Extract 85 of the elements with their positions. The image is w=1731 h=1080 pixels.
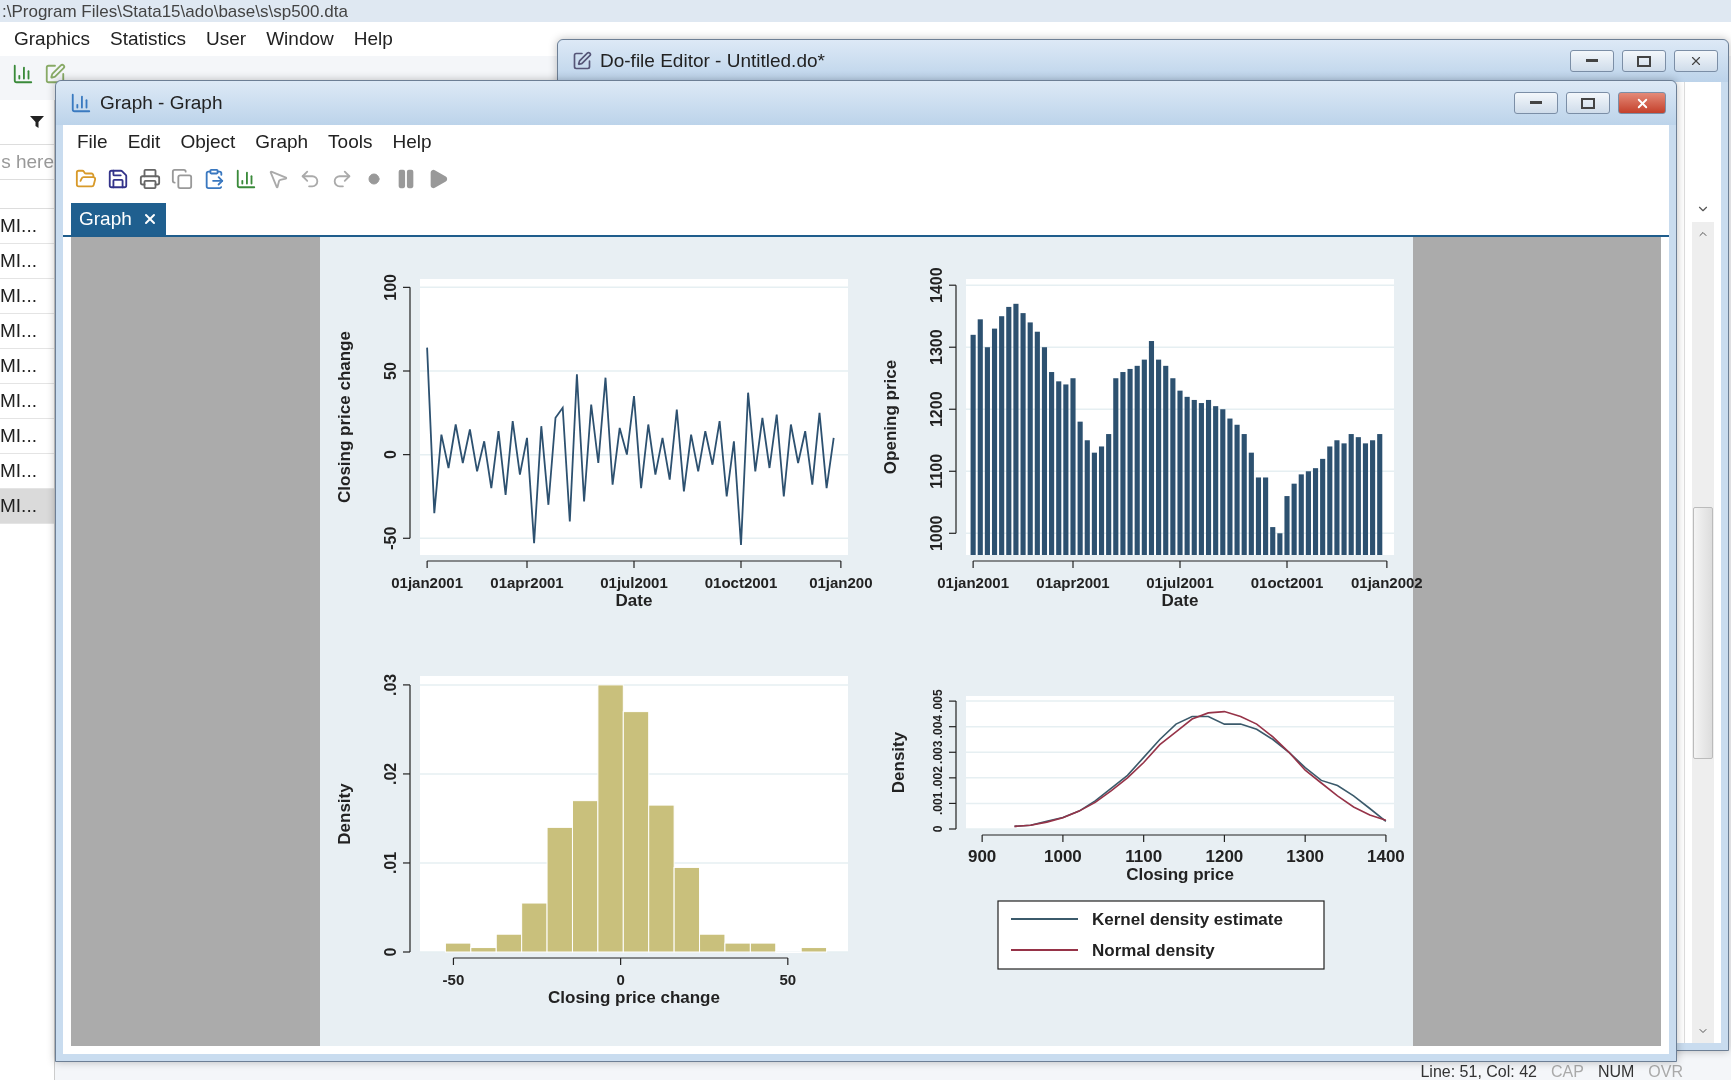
window-title: Graph - Graph xyxy=(100,92,223,114)
tick-label: .003 xyxy=(930,740,945,764)
tick-label: 1100 xyxy=(1124,847,1162,866)
tick-label: .001 xyxy=(930,791,945,816)
tick-label: 01apr2001 xyxy=(1035,574,1110,591)
tick-label: 1100 xyxy=(927,453,945,489)
tick-label: 01jan2001 xyxy=(936,574,1009,591)
menu-item[interactable]: File xyxy=(67,127,118,157)
legend-label: Normal density xyxy=(1091,941,1215,960)
variable-item[interactable]: MI... xyxy=(0,489,54,524)
axis-title: Date xyxy=(615,591,652,610)
axis-title: Density xyxy=(888,731,908,794)
tick-label: 01oct2001 xyxy=(704,574,777,591)
window-title: Do-file Editor - Untitled.do* xyxy=(600,50,825,72)
print-icon[interactable] xyxy=(137,166,163,192)
tick-label: 100 xyxy=(381,274,399,301)
axis-title: Closing price change xyxy=(334,331,354,503)
menu-item[interactable]: Help xyxy=(343,24,403,54)
minimize-icon[interactable] xyxy=(1530,101,1542,105)
menu-item[interactable]: Edit xyxy=(117,127,171,157)
tick-label: 01jul2001 xyxy=(1145,574,1214,591)
maximize-icon[interactable] xyxy=(1581,97,1595,109)
tick-label: 01apr2001 xyxy=(489,574,564,591)
menu-item[interactable]: Statistics xyxy=(100,24,197,54)
menu-item[interactable]: Object xyxy=(170,127,246,157)
tick-label: -50 xyxy=(442,971,464,988)
legend-label: Kernel density estimate xyxy=(1091,910,1283,929)
graph-tab[interactable]: Graph xyxy=(71,203,166,235)
minimize-button[interactable] xyxy=(1570,50,1614,72)
bar-chart-icon xyxy=(70,92,92,114)
tick-label: 1200 xyxy=(927,391,945,428)
tick-label: .002 xyxy=(930,766,945,790)
menu-item[interactable]: Graphics xyxy=(4,24,101,54)
tick-label: 01jan2001 xyxy=(390,574,463,591)
tick-label: 01jan200 xyxy=(808,574,873,591)
tick-label: 1300 xyxy=(1285,847,1324,866)
menu-item[interactable]: Help xyxy=(382,127,442,157)
maximize-icon[interactable] xyxy=(1637,55,1651,67)
tick-label: 1000 xyxy=(927,515,945,552)
maximize-button[interactable] xyxy=(1566,92,1610,114)
tick-label: 1400 xyxy=(927,267,945,303)
axis-title: Opening price xyxy=(880,359,900,475)
status-text: OVR xyxy=(1648,1064,1683,1080)
menu-item[interactable]: Window xyxy=(256,24,344,54)
tick-label: 1200 xyxy=(1205,847,1243,866)
tick-label: 1400 xyxy=(1366,847,1405,866)
menu-item[interactable]: User xyxy=(196,24,257,54)
menu-item[interactable]: Graph xyxy=(245,127,319,157)
axis-title: Closing price change xyxy=(547,988,720,1007)
maximize-button[interactable] xyxy=(1622,50,1666,72)
scrollbar[interactable] xyxy=(1692,222,1714,1043)
tick-label: 50 xyxy=(778,971,796,988)
tick-label: 01oct2001 xyxy=(1250,574,1323,591)
tick-label: .005 xyxy=(930,689,945,713)
tick-label: .03 xyxy=(381,673,399,697)
tick-label: .01 xyxy=(381,851,399,875)
tick-label: 0 xyxy=(381,947,399,957)
window-title: :\Program Files\Stata15\ado\base\s\sp500.dta xyxy=(2,2,348,22)
scrollbar-thumb[interactable] xyxy=(1693,506,1713,759)
tick-label: .02 xyxy=(381,762,399,786)
tab-label[interactable]: Graph xyxy=(79,208,132,230)
menu-item[interactable]: Tools xyxy=(318,127,383,157)
tick-label: 0 xyxy=(930,825,945,833)
tick-label: 50 xyxy=(381,362,399,380)
minimize-icon[interactable] xyxy=(1586,59,1598,63)
tick-label: 0 xyxy=(615,971,625,988)
axis-title: Date xyxy=(1161,591,1198,610)
status-text: CAP xyxy=(1551,1064,1584,1080)
tick-label: 01jan2002 xyxy=(1350,574,1423,591)
axis-title: Density xyxy=(334,783,354,845)
close-icon[interactable] xyxy=(1689,54,1703,68)
tick-label: 900 xyxy=(967,847,996,866)
tick-label: -50 xyxy=(381,526,399,550)
status-text: NUM xyxy=(1597,1064,1635,1080)
tick-label: 01jul2001 xyxy=(599,574,668,591)
status-text: Line: 51, Col: 42 xyxy=(1420,1064,1537,1080)
copy-icon[interactable] xyxy=(169,166,195,192)
tick-label: 0 xyxy=(381,450,399,460)
tick-label: .004 xyxy=(930,715,945,739)
minimize-button[interactable] xyxy=(1514,92,1558,114)
filter-icon[interactable] xyxy=(30,115,44,129)
tick-label: 1300 xyxy=(927,329,945,365)
axis-title: Closing price xyxy=(1125,865,1234,884)
close-button[interactable] xyxy=(1618,92,1666,114)
tick-label: 1000 xyxy=(1043,847,1082,866)
